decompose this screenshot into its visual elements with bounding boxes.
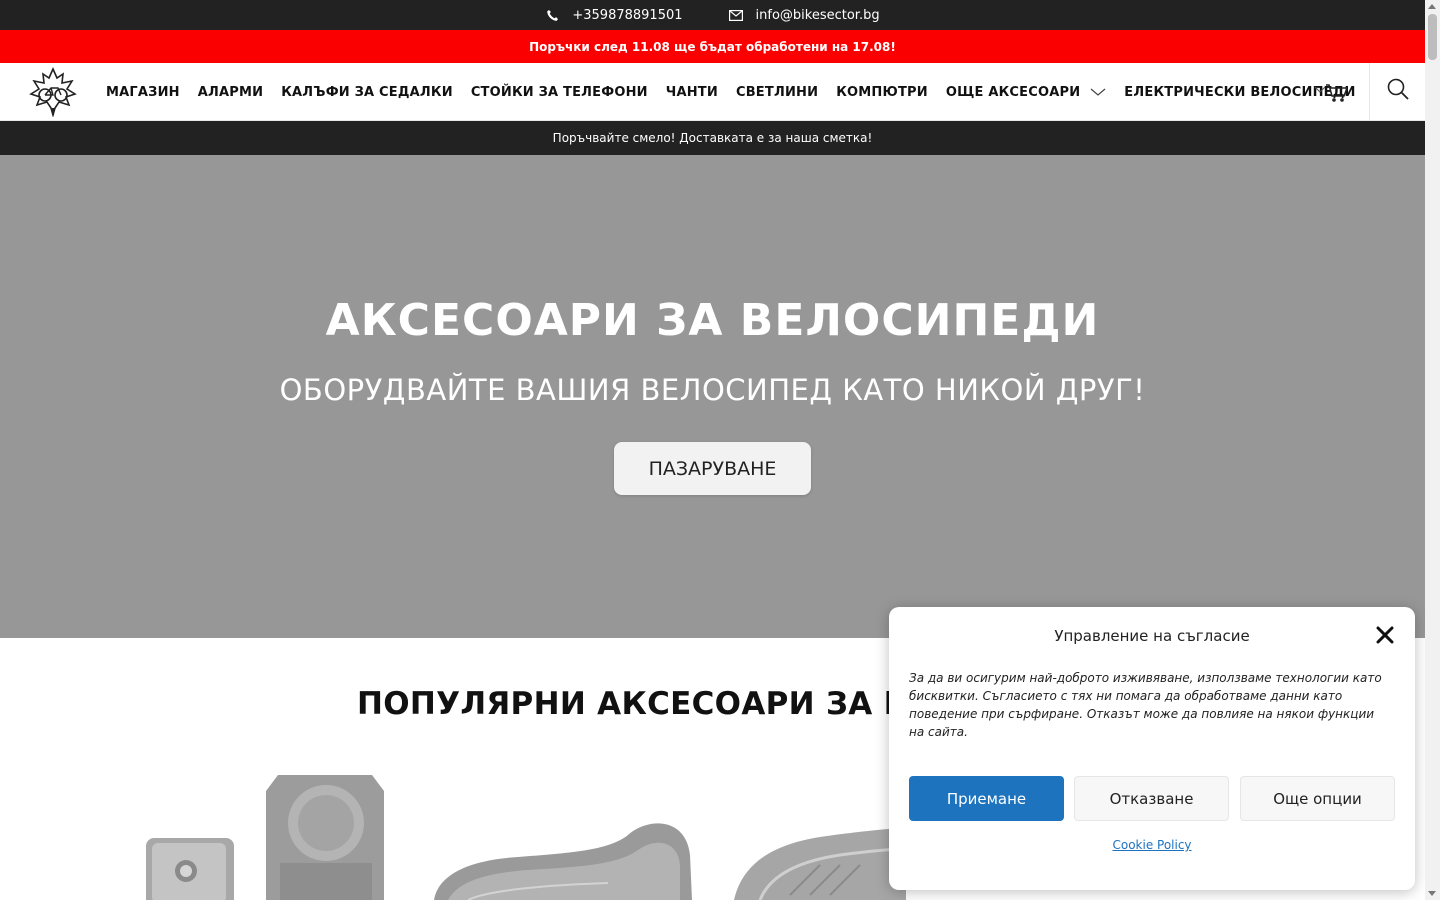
accept-button[interactable]: Приемане [909, 776, 1064, 821]
nav-alarms[interactable]: АЛАРМИ [198, 85, 263, 100]
scrollbar-thumb[interactable] [1428, 14, 1437, 60]
consent-title: Управление на съгласие [1054, 627, 1250, 645]
scroll-down-arrow[interactable] [1428, 891, 1436, 896]
chevron-down-icon[interactable] [1090, 87, 1106, 97]
bike-alarm-image[interactable] [140, 763, 390, 900]
consent-description: За да ви осигурим най-доброто изживяване… [909, 671, 1382, 739]
site-header: МАГАЗИН АЛАРМИ КАЛЪФИ ЗА СЕДАЛКИ СТОЙКИ … [0, 63, 1425, 121]
order-notice-banner: Поръчки след 11.08 ще бъдат обработени н… [0, 30, 1425, 63]
nav-more-accessories[interactable]: ОЩЕ АКСЕСОАРИ [946, 85, 1080, 100]
order-notice-text: Поръчки след 11.08 ще бъдат обработени н… [529, 39, 896, 54]
nav-phone-mounts[interactable]: СТОЙКИ ЗА ТЕЛЕФОНИ [471, 85, 648, 100]
free-shipping-bar: Поръчвайте смело! Доставката е за наша с… [0, 121, 1425, 155]
main-navigation: МАГАЗИН АЛАРМИ КАЛЪФИ ЗА СЕДАЛКИ СТОЙКИ … [106, 63, 1374, 121]
shop-now-button[interactable]: ПАЗАРУВАНЕ [614, 442, 811, 495]
nav-lights[interactable]: СВЕТЛИНИ [736, 85, 818, 100]
seat-cover-image[interactable] [428, 815, 698, 900]
nav-seat-covers[interactable]: КАЛЪФИ ЗА СЕДАЛКИ [281, 85, 453, 100]
page-scrollbar[interactable] [1425, 0, 1440, 900]
nav-bags[interactable]: ЧАНТИ [666, 85, 718, 100]
scroll-up-arrow[interactable] [1428, 4, 1436, 9]
email-address[interactable]: info@bikesector.bg [756, 8, 880, 23]
more-options-button[interactable]: Още опции [1240, 776, 1395, 821]
phone-number[interactable]: +359878891501 [572, 8, 682, 23]
nav-shop[interactable]: МАГАЗИН [106, 85, 180, 100]
cycling-shoe-image[interactable] [730, 825, 910, 900]
nav-computers[interactable]: КОМПЮТРИ [836, 85, 928, 100]
hero-title: АКСЕСОАРИ ЗА ВЕЛОСИПЕДИ [325, 295, 1100, 346]
free-shipping-text: Поръчвайте смело! Доставката е за наша с… [552, 131, 873, 145]
close-icon[interactable] [1375, 625, 1395, 645]
envelope-icon [728, 8, 743, 22]
top-contact-bar: +359878891501 info@bikesector.bg [0, 0, 1425, 30]
email-contact[interactable]: info@bikesector.bg [728, 8, 880, 23]
cookie-consent-dialog: Управление на съгласие За да ви осигурим… [889, 607, 1415, 890]
hero-banner: АКСЕСОАРИ ЗА ВЕЛОСИПЕДИ ОБОРУДВАЙТЕ ВАШИ… [0, 155, 1425, 638]
search-icon[interactable] [1386, 77, 1410, 101]
popular-accessories-heading: ПОПУЛЯРНИ АКСЕСОАРИ ЗА ВЕЛ [357, 686, 956, 722]
cart-icon[interactable] [1314, 79, 1349, 105]
cookie-policy-link[interactable]: Cookie Policy [889, 838, 1415, 852]
phone-icon [545, 8, 559, 22]
logo-icon[interactable] [28, 67, 78, 118]
header-divider [1369, 63, 1370, 121]
phone-contact[interactable]: +359878891501 [545, 8, 683, 23]
hero-subtitle: ОБОРУДВАЙТЕ ВАШИЯ ВЕЛОСИПЕД КАТО НИКОЙ Д… [279, 373, 1146, 407]
deny-button[interactable]: Отказване [1074, 776, 1229, 821]
